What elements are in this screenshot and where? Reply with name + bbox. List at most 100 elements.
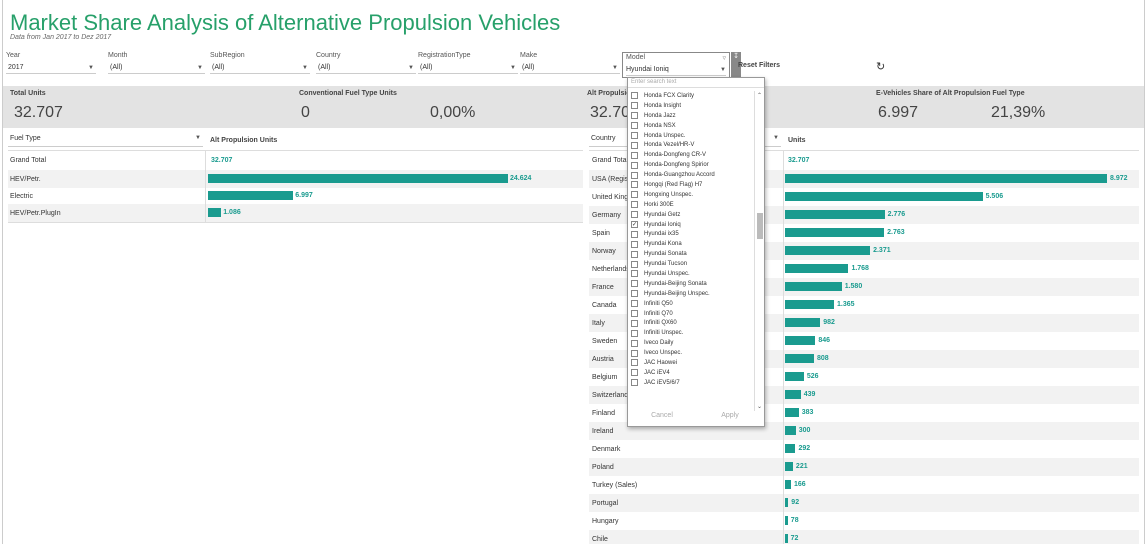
model-option[interactable]: Honda Vezel/HR-V [628, 140, 754, 150]
model-option[interactable]: Iveco Daily [628, 338, 754, 348]
model-option[interactable]: JAC iEV5/6/7 [628, 378, 754, 388]
bar [785, 192, 983, 201]
checkbox[interactable] [631, 319, 638, 327]
checkbox[interactable] [631, 161, 638, 169]
model-option[interactable]: Hongxing Unspec. [628, 190, 754, 200]
model-option[interactable]: JAC iEV4 [628, 368, 754, 378]
checkbox[interactable] [631, 290, 638, 298]
model-option[interactable]: Hyundai Tucson [628, 259, 754, 269]
model-option[interactable]: Hyundai Kona [628, 239, 754, 249]
checkbox[interactable] [631, 171, 638, 179]
scroll-down-icon[interactable]: ⌄ [757, 403, 762, 410]
filter-select[interactable]: (All) ▼ [210, 62, 310, 74]
model-filter[interactable]: Model ▿ Hyundai Ioniq ▼ [622, 52, 730, 78]
filter-0[interactable]: Year 2017 ▼ [6, 52, 96, 78]
filter-1[interactable]: Month (All) ▼ [108, 52, 205, 78]
checkbox[interactable] [631, 310, 638, 318]
cancel-button[interactable]: Cancel [628, 412, 696, 426]
fuel-type-selector[interactable]: Fuel Type ▼ [8, 135, 203, 147]
model-option[interactable]: Hyundai-Beijing Sonata [628, 279, 754, 289]
reload-icon[interactable]: ↻ [876, 60, 885, 73]
checkbox[interactable] [631, 181, 638, 189]
model-option[interactable]: Honda-Dongfeng Spirior [628, 160, 754, 170]
checkbox[interactable] [631, 191, 638, 199]
checkbox[interactable] [631, 151, 638, 159]
model-option[interactable]: Hyundai-Beijing Unspec. [628, 289, 754, 299]
bar [785, 498, 789, 507]
checkbox[interactable] [631, 92, 638, 100]
checkbox[interactable] [631, 349, 638, 357]
model-option[interactable]: Horki 300E [628, 200, 754, 210]
filter-select[interactable]: (All) ▼ [316, 62, 416, 74]
dropdown-scrollbar[interactable]: ⌃ ⌄ [754, 91, 765, 411]
filter-select[interactable]: (All) ▼ [108, 62, 205, 74]
chevron-down-icon[interactable]: ▼ [195, 135, 201, 146]
filter-3[interactable]: Country (All) ▼ [316, 52, 416, 78]
filter-4[interactable]: RegistrationType (All) ▼ [418, 52, 518, 78]
checkbox[interactable] [631, 329, 638, 337]
units-column-header: Units [788, 137, 806, 144]
model-search-input[interactable]: Enter search text [628, 78, 764, 88]
checkbox[interactable] [631, 122, 638, 130]
model-option[interactable]: Honda FCX Clarity [628, 91, 754, 101]
filter-5[interactable]: Make (All) ▼ [520, 52, 620, 78]
chevron-down-icon[interactable]: ▼ [88, 65, 94, 71]
model-option[interactable]: Hongqi (Red Flag) H7 [628, 180, 754, 190]
model-option[interactable]: Iveco Unspec. [628, 348, 754, 358]
model-option[interactable]: Honda Unspec. [628, 131, 754, 141]
chevron-down-icon[interactable]: ▼ [773, 135, 779, 146]
row-label: Italy [592, 319, 605, 327]
checkbox[interactable] [631, 280, 638, 288]
checkbox[interactable] [631, 240, 638, 248]
chevron-down-icon[interactable]: ▼ [408, 65, 414, 71]
checkbox[interactable] [631, 112, 638, 120]
checkbox[interactable] [631, 211, 638, 219]
filter-select[interactable]: (All) ▼ [520, 62, 620, 74]
chevron-down-icon[interactable]: ▼ [720, 67, 726, 73]
model-option[interactable]: Honda Jazz [628, 111, 754, 121]
model-option[interactable]: Hyundai Getz [628, 210, 754, 220]
model-option[interactable]: Honda-Dongfeng CR-V [628, 150, 754, 160]
scroll-up-icon[interactable]: ⌃ [757, 92, 762, 99]
checkbox[interactable] [631, 141, 638, 149]
checkbox[interactable] [631, 369, 638, 377]
chevron-down-icon[interactable]: ▼ [197, 65, 203, 71]
model-option[interactable]: Honda NSX [628, 121, 754, 131]
chevron-down-icon[interactable]: ▼ [302, 65, 308, 71]
checkbox[interactable] [631, 300, 638, 308]
model-option[interactable]: Hyundai Unspec. [628, 269, 754, 279]
model-option[interactable]: Honda-Guangzhou Accord [628, 170, 754, 180]
model-option[interactable]: Hyundai Sonata [628, 249, 754, 259]
model-option[interactable]: Hyundai ix35 [628, 229, 754, 239]
reset-filters-button[interactable]: Reset Filters [738, 62, 780, 69]
filter-2[interactable]: SubRegion (All) ▼ [210, 52, 310, 78]
model-option[interactable]: Infiniti Q50 [628, 299, 754, 309]
checkbox[interactable] [631, 339, 638, 347]
checkbox[interactable] [631, 102, 638, 110]
checkbox[interactable] [631, 270, 638, 278]
checkbox[interactable]: ✓ [631, 221, 638, 229]
model-option[interactable]: Infiniti Q70 [628, 309, 754, 319]
checkbox[interactable] [631, 379, 638, 387]
chevron-down-icon[interactable]: ▼ [612, 65, 618, 71]
checkbox[interactable] [631, 201, 638, 209]
scrollbar-thumb[interactable] [757, 213, 763, 239]
model-dropdown[interactable]: Enter search text Honda FCX Clarity Honda… [627, 77, 765, 427]
model-option-list[interactable]: Honda FCX Clarity Honda Insight Honda Jazz… [628, 91, 754, 411]
checkbox[interactable] [631, 132, 638, 139]
model-option[interactable]: Honda Insight [628, 101, 754, 111]
model-option[interactable]: JAC Haowei [628, 358, 754, 368]
checkbox[interactable] [631, 250, 638, 258]
model-option[interactable]: Infiniti QX60 [628, 318, 754, 328]
filter-select[interactable]: (All) ▼ [418, 62, 518, 74]
model-option[interactable]: ✓ Hyundai Ioniq [628, 220, 754, 230]
filter-select[interactable]: 2017 ▼ [6, 62, 96, 74]
model-option-label: Hyundai Kona [644, 241, 682, 248]
checkbox[interactable] [631, 260, 638, 268]
chevron-down-icon[interactable]: ▼ [510, 65, 516, 71]
checkbox[interactable] [631, 230, 638, 238]
filter-icon[interactable]: ▿ [722, 54, 726, 64]
model-option[interactable]: Infiniti Unspec. [628, 328, 754, 338]
apply-button[interactable]: Apply [696, 412, 764, 426]
checkbox[interactable] [631, 359, 638, 367]
